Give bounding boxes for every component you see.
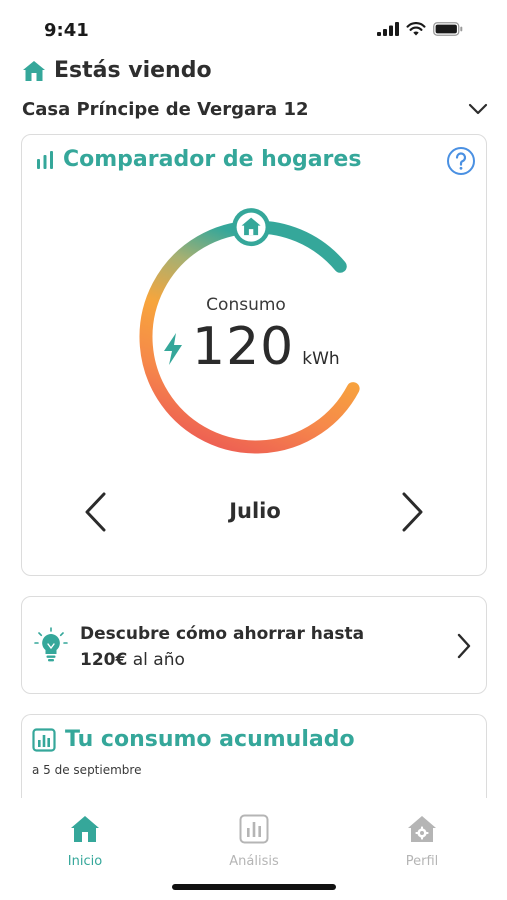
tab-inicio[interactable]: Inicio	[35, 814, 135, 869]
signal-icon	[377, 22, 399, 36]
battery-icon	[433, 22, 463, 36]
watching-title: Estás viendo	[54, 58, 212, 83]
consumption-label: Consumo	[206, 295, 286, 315]
tab-inicio-label: Inicio	[67, 854, 103, 869]
home-settings-icon	[408, 816, 436, 842]
chevron-right-icon[interactable]	[398, 491, 426, 533]
accumulated-title-row: Tu consumo acumulado	[32, 727, 355, 752]
status-time: 9:41	[44, 20, 89, 41]
status-icons	[377, 22, 463, 36]
chart-box-icon	[239, 814, 269, 844]
tab-perfil-label: Perfil	[405, 854, 439, 869]
status-bar: 9:41	[0, 0, 507, 56]
comparator-title-row: Comparador de hogares	[36, 147, 361, 172]
accumulated-title: Tu consumo acumulado	[65, 727, 355, 752]
tip-line1: Descubre cómo ahorrar hasta	[80, 624, 365, 644]
bottom-tab-bar: Inicio Análisis Perfil	[0, 798, 507, 900]
bar-chart-icon	[37, 150, 53, 169]
tab-analisis[interactable]: Análisis	[204, 814, 304, 869]
consumption-value-row: 120 kWh	[162, 317, 340, 377]
tip-amount: 120€	[80, 650, 128, 670]
tab-perfil[interactable]: Perfil	[372, 814, 472, 869]
comparator-card: Comparador de hogares Consumo 120 kWh Ju…	[21, 134, 487, 576]
consumption-unit: kWh	[302, 349, 340, 369]
home-icon	[71, 816, 99, 842]
lightbulb-icon	[34, 627, 68, 662]
lightning-icon	[164, 333, 182, 365]
comparator-title: Comparador de hogares	[63, 147, 362, 172]
tip-text: Descubre cómo ahorrar hasta 120€ al año	[80, 621, 364, 673]
chevron-down-icon[interactable]	[468, 103, 488, 115]
address-selector[interactable]: Casa Príncipe de Vergara 12	[22, 96, 488, 122]
home-icon	[23, 60, 45, 81]
month-selector: Julio	[22, 491, 488, 535]
wifi-icon	[406, 22, 426, 36]
home-indicator	[172, 884, 336, 890]
watching-header: Estás viendo	[22, 58, 212, 83]
gauge-marker	[232, 208, 271, 247]
accumulated-date: a 5 de septiembre	[32, 763, 142, 777]
chart-box-icon	[32, 727, 56, 752]
address-label: Casa Príncipe de Vergara 12	[22, 98, 309, 120]
tab-analisis-label: Análisis	[229, 854, 279, 869]
tip-line2: 120€ al año	[80, 647, 364, 673]
savings-tip-card[interactable]: Descubre cómo ahorrar hasta 120€ al año	[21, 596, 487, 694]
chevron-right-icon[interactable]	[456, 633, 472, 659]
help-icon[interactable]	[446, 146, 476, 176]
consumption-value: 120	[192, 317, 295, 377]
tip-line2-rest: al año	[127, 650, 185, 670]
